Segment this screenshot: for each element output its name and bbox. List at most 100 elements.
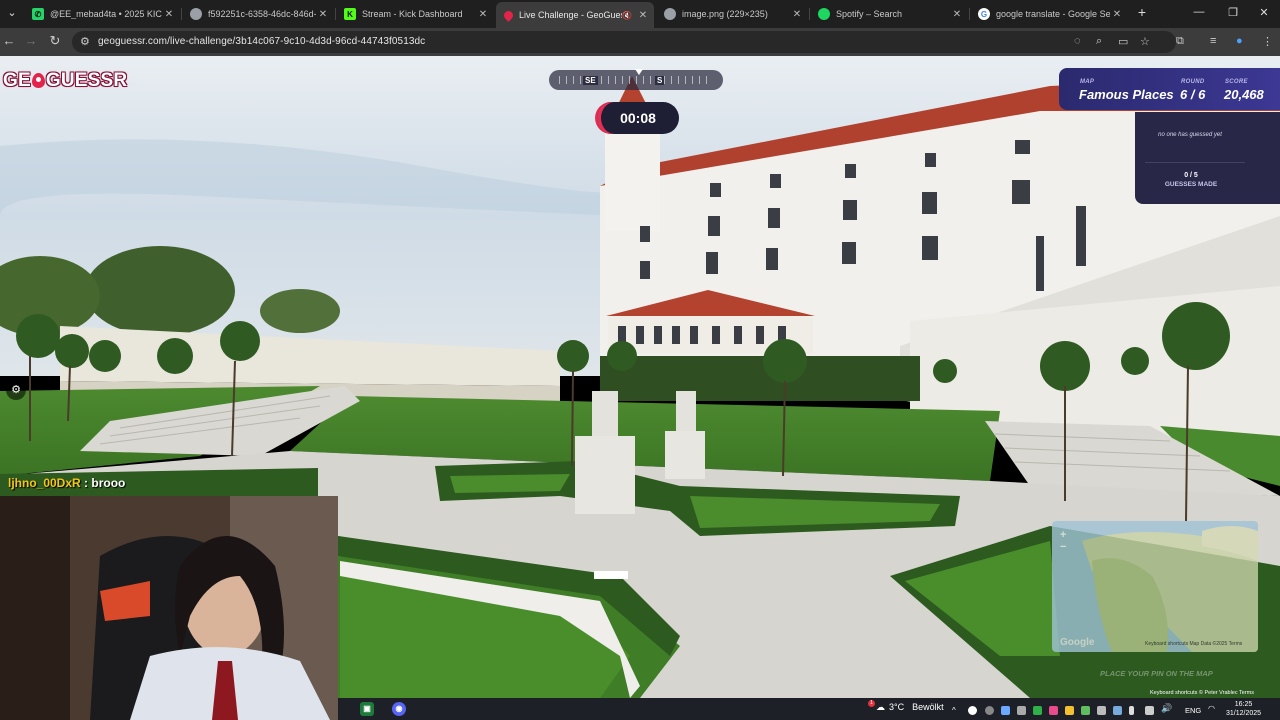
compass-needle-icon [635,69,643,75]
microphone-icon[interactable] [1129,706,1134,715]
guesses-made-label: GUESSES MADE [1164,181,1218,188]
guess-status-panel: no one has guessed yet 0 / 5 GUESSES MAD… [1135,112,1280,204]
tray-app-icon[interactable] [1113,706,1122,715]
guess-minimap[interactable]: + − Google Keyboard shortcuts Map Data ©… [1052,521,1258,652]
zoom-in-button[interactable]: + [1060,529,1066,541]
taskbar-clock[interactable]: 16:25 31/12/2025 [1226,700,1261,718]
chat-text: brooo [91,476,126,490]
globe-icon [664,8,676,20]
cast-icon[interactable]: ▭ [1118,35,1128,48]
chat-username: ljhno_00DxR [8,476,81,490]
extensions-icon[interactable]: ⧉ [1176,35,1184,48]
speaker-icon[interactable]: 🔊 [1161,703,1172,713]
close-tab-icon[interactable]: ✕ [316,9,330,20]
restore-window-icon[interactable]: ❐ [1223,6,1243,19]
tray-app-icon[interactable] [1065,706,1074,715]
close-tab-icon[interactable]: ✕ [162,9,176,20]
tray-app-icon[interactable] [968,706,977,715]
address-bar[interactable]: ⚙ geoguessr.com/live-challenge/3b14c067-… [72,31,1176,53]
round-caption: ROUND [1181,79,1205,85]
no-guesses-text: no one has guessed yet [1158,132,1222,138]
tray-app-icon[interactable] [1033,706,1042,715]
reload-icon[interactable]: ↻ [46,33,64,49]
map-caption: MAP [1080,79,1095,85]
tab-title: @EE_mebad4ta • 2025 KICK W [50,9,162,19]
zoom-out-button[interactable]: − [1060,541,1066,553]
url-text[interactable]: geoguessr.com/live-challenge/3b14c067-9c… [98,36,425,47]
new-tab-button[interactable]: + [1132,4,1152,20]
close-tab-icon[interactable]: ✕ [1110,9,1124,20]
site-info-icon[interactable]: ⚙ [80,35,90,48]
location-pin-icon [31,73,45,88]
whatsapp-icon: ✆ [32,8,44,20]
forward-arrow-icon[interactable]: → [22,33,40,48]
geoguessr-logo: GE GUESSR [3,70,127,92]
map-attribution[interactable]: Keyboard shortcuts Map Data ©2025 Terms [1145,641,1242,647]
input-language[interactable]: ENG [1185,706,1201,715]
tab-google-translate[interactable]: G google translate - Google Sear ✕ [970,3,1128,25]
browser-menu-icon[interactable]: ⋮ [1262,35,1273,48]
spotify-icon [818,8,830,20]
back-arrow-icon[interactable]: ← [0,33,18,48]
tab-geoguessr-live-challenge[interactable]: Live Challenge - GeoGuessr 🔇 ✕ [496,2,654,28]
tab-title: Stream - Kick Dashboard [362,9,463,19]
game-status-panel: MAP Famous Places ROUND 6 / 6 SCORE 20,4… [1059,68,1280,110]
weather-alert-badge: 1 [868,700,875,707]
mute-tab-icon[interactable]: 🔇 [622,11,632,20]
tray-app-icon[interactable] [985,706,994,715]
score-caption: SCORE [1225,79,1248,85]
weather-widget[interactable]: 1 ☁ 3°C Bewölkt [862,700,944,713]
close-tab-icon[interactable]: ✕ [476,9,490,20]
logo-text-end: GUESSR [45,70,128,91]
tray-app-icon[interactable] [1145,706,1154,715]
stream-chat-message: ljhno_00DxR : brooo [8,476,125,490]
minimize-window-icon[interactable]: — [1189,6,1209,18]
close-tab-icon[interactable]: ✕ [636,10,650,21]
tray-overflow-chevron-icon[interactable]: ^ [952,706,961,715]
compass-bar: SE S [549,69,723,90]
wifi-icon[interactable]: ◠ [1208,704,1217,713]
clock-time: 16:25 [1234,701,1253,708]
app-icon-green[interactable]: ▣ [360,702,374,716]
tab-title: f592251c-6358-46dc-846d-e1 [208,9,316,19]
close-tab-icon[interactable]: ✕ [790,9,804,20]
streetview-attribution[interactable]: Keyboard shortcuts © Peter Vrablec Terms [1150,690,1254,696]
profile-icon[interactable]: ● [1236,35,1243,47]
browser-toolbar: ← → ↻ ⚙ geoguessr.com/live-challenge/3b1… [0,28,1280,56]
zoom-icon[interactable]: ⌕ [1096,35,1102,48]
google-logo: Google [1060,637,1095,648]
chat-separator: : [84,476,89,490]
settings-gear-icon[interactable]: ⚙ [6,380,26,400]
tab-title: Live Challenge - GeoGuessr [519,10,622,20]
geoguessr-pin-icon [502,8,515,22]
bookmark-star-icon[interactable]: ☆ [1140,35,1150,48]
tray-app-icon[interactable] [1001,706,1010,715]
clock-date: 31/12/2025 [1226,710,1262,717]
tab-image-png[interactable]: image.png (229×235) ✕ [656,3,808,25]
weather-condition: Bewölkt [912,702,944,712]
tab-uuid-page[interactable]: f592251c-6358-46dc-846d-e1 ✕ [182,3,334,25]
tab-whatsapp[interactable]: ✆ @EE_mebad4ta • 2025 KICK W ✕ [24,3,180,25]
tray-app-icon[interactable] [1049,706,1058,715]
eye-off-icon[interactable]: ◌ [1074,35,1081,47]
compass-label-s: S [655,76,665,85]
tray-app-icon[interactable] [1097,706,1106,715]
tab-kick-dashboard[interactable]: K Stream - Kick Dashboard ✕ [336,3,494,25]
tab-search-chevron-icon[interactable]: ⌄ [2,6,22,19]
score-value: 20,468 [1224,87,1264,102]
logo-text-start: GE [3,70,31,91]
tray-app-icon[interactable] [1081,706,1090,715]
discord-icon[interactable]: ◉ [392,702,406,716]
map-name: Famous Places [1079,87,1174,102]
round-value: 6 / 6 [1180,87,1206,102]
weather-temperature: 3°C [889,702,905,712]
media-controls-icon[interactable]: ≡ [1210,35,1216,47]
streamer-webcam [0,496,338,720]
guesses-count: 0 / 5 [1184,172,1198,179]
tab-spotify-search[interactable]: Spotify – Search ✕ [810,3,968,25]
google-icon: G [978,8,990,20]
tab-title: image.png (229×235) [682,9,768,19]
close-window-icon[interactable]: ✕ [1254,6,1274,19]
tray-app-icon[interactable] [1017,706,1026,715]
close-tab-icon[interactable]: ✕ [950,9,964,20]
